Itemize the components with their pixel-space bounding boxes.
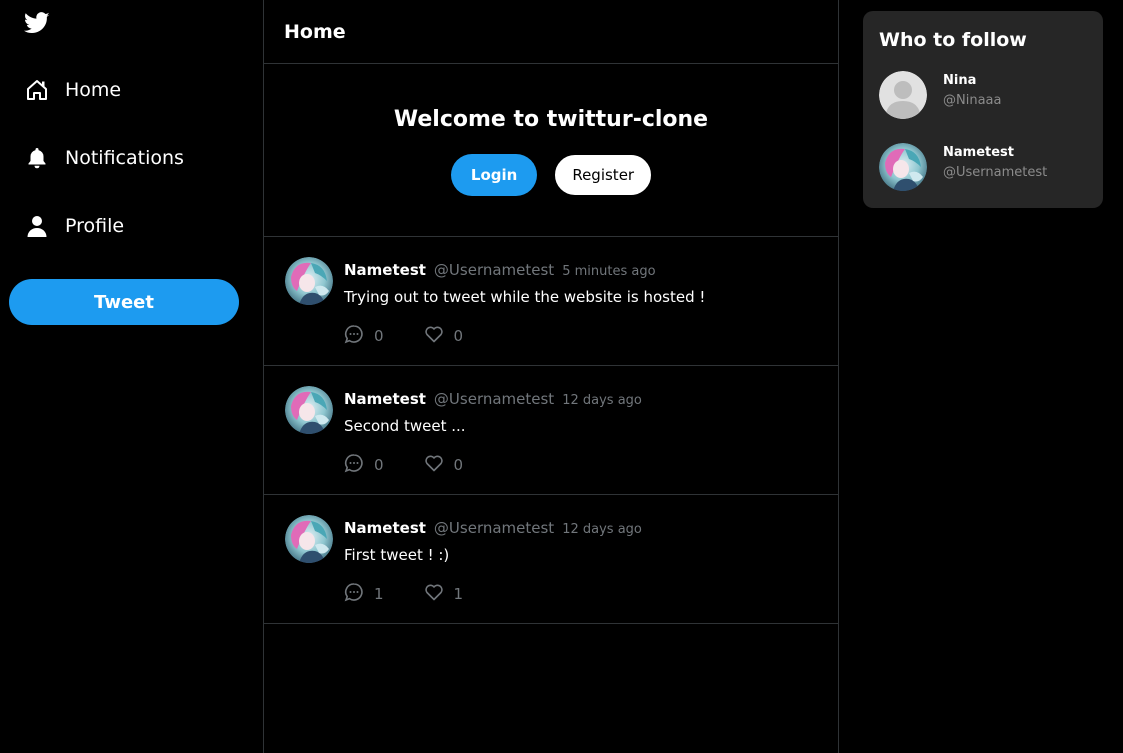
nav-home-label: Home (65, 79, 122, 101)
register-button[interactable]: Register (555, 155, 652, 195)
welcome-banner: Welcome to twittur-clone Login Register (264, 64, 838, 237)
main-feed: Home Welcome to twittur-clone Login Regi… (263, 0, 839, 753)
tweet-button[interactable]: Tweet (9, 279, 239, 325)
avatar[interactable] (285, 386, 333, 434)
tweet-text: First tweet ! :) (344, 546, 450, 564)
tweet-header: Nametest @Usernametest 5 minutes ago (344, 261, 656, 279)
tweet[interactable]: Nametest @Usernametest 5 minutes ago Try… (264, 237, 838, 366)
reply-button[interactable]: 1 (344, 582, 384, 606)
who-to-follow-title: Who to follow (879, 29, 1027, 51)
login-button[interactable]: Login (450, 154, 538, 196)
tweet-text: Trying out to tweet while the website is… (344, 288, 706, 306)
who-to-follow-card: Who to follow Nina @Ninaaa Nametest @Use… (863, 11, 1103, 208)
tweet[interactable]: Nametest @Usernametest 12 days ago Secon… (264, 366, 838, 495)
reply-button[interactable]: 0 (344, 453, 384, 477)
tweet[interactable]: Nametest @Usernametest 12 days ago First… (264, 495, 838, 624)
follow-user-handle: @Ninaaa (943, 93, 1002, 108)
tweet-author-handle[interactable]: @Usernametest (434, 519, 554, 537)
nav-home[interactable]: Home (24, 72, 121, 108)
avatar[interactable] (285, 515, 333, 563)
avatar[interactable] (285, 257, 333, 305)
reply-count: 0 (374, 327, 384, 345)
left-sidebar: Home Notifications Profile Tweet (0, 0, 263, 753)
tweet-header: Nametest @Usernametest 12 days ago (344, 519, 642, 537)
tweet-header: Nametest @Usernametest 12 days ago (344, 390, 642, 408)
bell-icon (24, 145, 50, 171)
reply-count: 0 (374, 456, 384, 474)
like-button[interactable]: 0 (424, 453, 464, 477)
comment-icon (344, 453, 364, 477)
twitter-bird-icon[interactable] (24, 12, 50, 34)
heart-icon (424, 324, 444, 348)
tweet-timestamp: 12 days ago (562, 393, 642, 408)
reply-button[interactable]: 0 (344, 324, 384, 348)
heart-icon (424, 453, 444, 477)
heart-icon (424, 582, 444, 606)
comment-icon (344, 324, 364, 348)
avatar (879, 143, 927, 191)
follow-suggestion[interactable]: Nametest @Usernametest (879, 143, 1089, 191)
like-count: 0 (453, 456, 464, 474)
like-count: 0 (453, 327, 464, 345)
page-title: Home (264, 0, 838, 64)
nav-notifications-label: Notifications (65, 147, 184, 169)
tweet-actions: 0 0 (344, 453, 463, 477)
reply-count: 1 (374, 585, 384, 603)
follow-user-name: Nametest (943, 145, 1014, 160)
tweet-author-name[interactable]: Nametest (344, 519, 426, 537)
user-icon (24, 213, 50, 239)
like-button[interactable]: 0 (424, 324, 464, 348)
tweet-actions: 1 1 (344, 582, 463, 606)
home-icon (24, 77, 50, 103)
follow-user-handle: @Usernametest (943, 165, 1048, 180)
tweet-text: Second tweet ... (344, 417, 466, 435)
nav-profile[interactable]: Profile (24, 208, 124, 244)
tweet-author-handle[interactable]: @Usernametest (434, 261, 554, 279)
nav-notifications[interactable]: Notifications (24, 140, 184, 176)
comment-icon (344, 582, 364, 606)
follow-suggestion[interactable]: Nina @Ninaaa (879, 71, 1089, 119)
tweet-timestamp: 12 days ago (562, 522, 642, 537)
tweet-author-name[interactable]: Nametest (344, 390, 426, 408)
tweet-actions: 0 0 (344, 324, 463, 348)
like-count: 1 (453, 585, 464, 603)
tweet-timestamp: 5 minutes ago (562, 264, 656, 279)
like-button[interactable]: 1 (424, 582, 464, 606)
nav-profile-label: Profile (65, 215, 125, 237)
follow-user-name: Nina (943, 73, 977, 88)
welcome-heading: Welcome to twittur-clone (393, 107, 709, 132)
avatar (879, 71, 927, 119)
tweet-author-handle[interactable]: @Usernametest (434, 390, 554, 408)
auth-buttons: Login Register (264, 154, 838, 196)
tweet-author-name[interactable]: Nametest (344, 261, 426, 279)
